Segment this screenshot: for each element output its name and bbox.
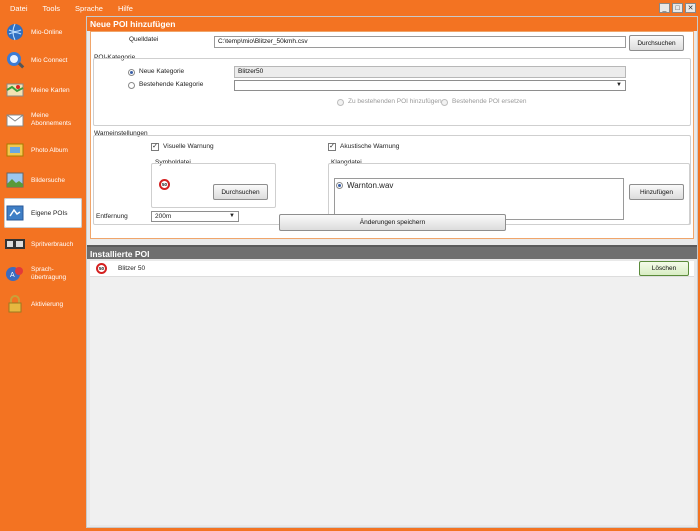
close-button[interactable]: ✕ bbox=[685, 3, 696, 13]
add-sound-button[interactable]: Hinzufügen bbox=[629, 184, 684, 200]
sidebar-item-meine-abonnements[interactable]: Meine Abonnements bbox=[4, 106, 82, 134]
globe-icon bbox=[4, 21, 26, 43]
replace-existing-radio[interactable] bbox=[441, 99, 448, 106]
envelope-icon bbox=[4, 109, 26, 131]
main-panel: Neue POI hinzufügen Quelldatei C:\temp\m… bbox=[86, 16, 698, 528]
sidebar-item-meine-karten[interactable]: Meine Karten bbox=[4, 76, 82, 104]
sidebar-item-mio-online[interactable]: Mio-Online bbox=[4, 18, 82, 46]
chevron-down-icon: ▼ bbox=[616, 82, 622, 88]
menu-hilfe[interactable]: Hilfe bbox=[118, 4, 133, 13]
sidebar-item-eigene-pois[interactable]: Eigene POIs bbox=[4, 198, 82, 228]
source-file-input[interactable]: C:\temp\mio\Blitzer_50kmh.csv bbox=[214, 36, 626, 48]
sound-file-item[interactable]: Warnton.wav bbox=[347, 181, 393, 190]
new-poi-form: Quelldatei C:\temp\mio\Blitzer_50kmh.csv… bbox=[90, 31, 694, 239]
distance-label: Entfernung bbox=[96, 213, 128, 220]
sidebar-item-label: Sprach-übertragung bbox=[31, 266, 67, 281]
existing-category-radio[interactable] bbox=[128, 82, 135, 89]
table-row[interactable]: 50 Blitzer 50 Löschen bbox=[90, 261, 694, 277]
new-category-radio[interactable] bbox=[128, 69, 135, 76]
replace-existing-label: Bestehende POI ersetzen bbox=[452, 98, 527, 105]
sound-file-radio[interactable] bbox=[336, 182, 343, 189]
visual-warning-checkbox[interactable]: ✓ bbox=[151, 143, 159, 151]
fuel-gauge-icon bbox=[4, 233, 26, 255]
menu-sprache[interactable]: Sprache bbox=[75, 4, 103, 13]
sidebar-item-label: Spritverbrauch bbox=[31, 240, 74, 248]
sidebar-item-spritverbrauch[interactable]: Spritverbrauch bbox=[4, 230, 82, 258]
poi-icon bbox=[4, 202, 26, 224]
browse-symbol-button[interactable]: Durchsuchen bbox=[213, 184, 268, 200]
speed-sign-icon: 50 bbox=[159, 179, 170, 190]
photo-album-icon bbox=[4, 139, 26, 161]
lock-icon bbox=[4, 293, 26, 315]
menu-tools[interactable]: Tools bbox=[43, 4, 61, 13]
sidebar-item-label: Meine Abonnements bbox=[31, 112, 72, 127]
installed-poi-list: 50 Blitzer 50 Löschen bbox=[90, 261, 694, 525]
sidebar-item-bildersuche[interactable]: Bildersuche bbox=[4, 166, 82, 194]
visual-warning-label: Visuelle Warnung bbox=[163, 143, 214, 150]
new-category-input[interactable]: Blitzer50 bbox=[234, 66, 626, 78]
existing-category-label: Bestehende Kategorie bbox=[139, 81, 204, 88]
acoustic-warning-label: Akustische Warnung bbox=[340, 143, 400, 150]
sidebar-item-label: Eigene POIs bbox=[31, 209, 68, 217]
sidebar-item-label: Aktivierung bbox=[31, 300, 64, 308]
picture-search-icon bbox=[4, 169, 26, 191]
delete-button[interactable]: Löschen bbox=[639, 261, 689, 276]
browse-source-button[interactable]: Durchsuchen bbox=[629, 35, 684, 51]
acoustic-warning-checkbox[interactable]: ✓ bbox=[328, 143, 336, 151]
sidebar-item-label: Photo Album bbox=[31, 146, 68, 154]
maximize-button[interactable]: □ bbox=[672, 3, 683, 13]
sidebar-item-label: Meine Karten bbox=[31, 86, 70, 94]
menu-bar: Datei Tools Sprache Hilfe bbox=[0, 0, 700, 16]
sidebar-item-mio-connect[interactable]: Mio Connect bbox=[4, 46, 82, 74]
minimize-button[interactable]: _ bbox=[659, 3, 670, 13]
new-poi-header: Neue POI hinzufügen bbox=[87, 17, 697, 31]
sidebar: Mio-Online Mio Connect Meine Karten Mein… bbox=[0, 16, 84, 531]
existing-category-select[interactable]: ▼ bbox=[234, 80, 626, 91]
new-category-label: Neue Kategorie bbox=[139, 68, 185, 75]
window-controls: _ □ ✕ bbox=[659, 3, 696, 13]
chevron-down-icon: ▼ bbox=[229, 213, 235, 219]
add-to-existing-radio[interactable] bbox=[337, 99, 344, 106]
add-to-existing-label: Zu bestehenden POI hinzufügen bbox=[348, 98, 442, 105]
satellite-icon bbox=[4, 49, 26, 71]
sidebar-item-aktivierung[interactable]: Aktivierung bbox=[4, 290, 82, 318]
speech-icon: A bbox=[4, 263, 26, 285]
installed-poi-header: Installierte POI bbox=[87, 245, 697, 259]
map-icon bbox=[4, 79, 26, 101]
poi-name: Blitzer 50 bbox=[118, 265, 146, 272]
svg-text:A: A bbox=[10, 272, 15, 279]
sidebar-item-label: Bildersuche bbox=[31, 176, 65, 184]
sidebar-item-sprachuebertragung[interactable]: A Sprach-übertragung bbox=[4, 260, 82, 288]
save-changes-button[interactable]: Änderungen speichern bbox=[279, 214, 506, 231]
sidebar-item-photo-album[interactable]: Photo Album bbox=[4, 136, 82, 164]
sidebar-item-label: Mio Connect bbox=[31, 56, 68, 64]
source-file-label: Quelldatei bbox=[129, 36, 159, 43]
distance-value: 200m bbox=[155, 213, 172, 220]
speed-sign-icon: 50 bbox=[96, 263, 107, 274]
menu-datei[interactable]: Datei bbox=[10, 4, 28, 13]
sidebar-item-label: Mio-Online bbox=[31, 28, 63, 36]
distance-select[interactable]: 200m ▼ bbox=[151, 211, 239, 222]
